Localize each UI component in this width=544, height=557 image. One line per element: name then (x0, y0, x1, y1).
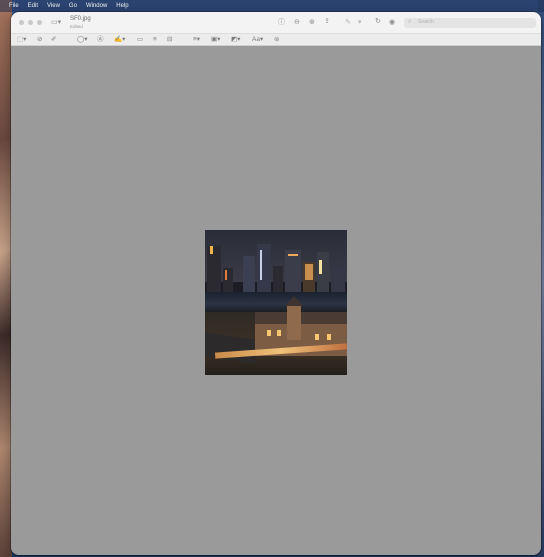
menu-go[interactable]: Go (69, 0, 77, 12)
annotate-icon[interactable]: ◉ (389, 19, 395, 27)
close-button[interactable] (19, 20, 24, 25)
note-icon[interactable]: ▭ (137, 36, 143, 44)
menu-bar: File Edit View Go Window Help (0, 0, 544, 12)
instant-alpha-icon[interactable]: ⊘ (37, 36, 42, 44)
preview-window: ▭▾ SF0.jpg Edited ⓘ ⊖ ⊕ ⇪ ✎ ▾ ↻ ◉ ⌕ Sear… (11, 12, 541, 555)
sign-icon[interactable]: ✍▾ (114, 36, 125, 44)
title-bar: ▭▾ SF0.jpg Edited ⓘ ⊖ ⊕ ⇪ ✎ ▾ ↻ ◉ ⌕ Sear… (11, 12, 541, 34)
menu-view[interactable]: View (47, 0, 60, 12)
document-subtitle: Edited (70, 24, 83, 29)
document-canvas (11, 46, 541, 555)
zoom-in-icon[interactable]: ⊕ (309, 19, 315, 27)
text-box-icon[interactable]: Ⓐ (97, 36, 104, 44)
image-description-icon[interactable]: ⊜ (274, 36, 279, 44)
shapes-icon[interactable]: ◯▾ (77, 36, 88, 44)
text-style-icon[interactable]: Aa▾ (252, 36, 263, 44)
photo-river (205, 292, 347, 312)
minimize-button[interactable] (28, 20, 33, 25)
document-title: SF0.jpg (70, 16, 91, 22)
preview-image (205, 230, 347, 375)
chevron-down-icon[interactable]: ▾ (358, 19, 362, 27)
shape-style-icon[interactable]: ≡▾ (193, 36, 200, 44)
fill-color-icon[interactable]: ◩▾ (231, 36, 240, 44)
search-field[interactable]: ⌕ Search (404, 18, 536, 28)
rotate-icon[interactable]: ↻ (375, 18, 381, 26)
search-icon: ⌕ (408, 19, 412, 25)
search-placeholder: Search (418, 19, 434, 25)
info-icon[interactable]: ⓘ (278, 19, 285, 27)
zoom-out-icon[interactable]: ⊖ (294, 19, 300, 27)
menu-file[interactable]: File (9, 0, 19, 12)
sidebar-toggle-icon[interactable]: ▭▾ (51, 19, 61, 27)
menu-help[interactable]: Help (116, 0, 128, 12)
share-icon[interactable]: ⇪ (324, 18, 330, 26)
markup-pen-icon[interactable]: ✎ (345, 19, 351, 27)
zoom-button[interactable] (37, 20, 42, 25)
menu-window[interactable]: Window (86, 0, 107, 12)
adjust-size-icon[interactable]: ⊟ (167, 36, 172, 44)
border-color-icon[interactable]: ▣▾ (211, 36, 220, 44)
adjust-color-icon[interactable]: ≡ (153, 36, 157, 44)
menu-edit[interactable]: Edit (28, 0, 38, 12)
selection-tool-icon[interactable]: ⬚▾ (17, 36, 26, 44)
sketch-icon[interactable]: ✐ (51, 36, 56, 44)
